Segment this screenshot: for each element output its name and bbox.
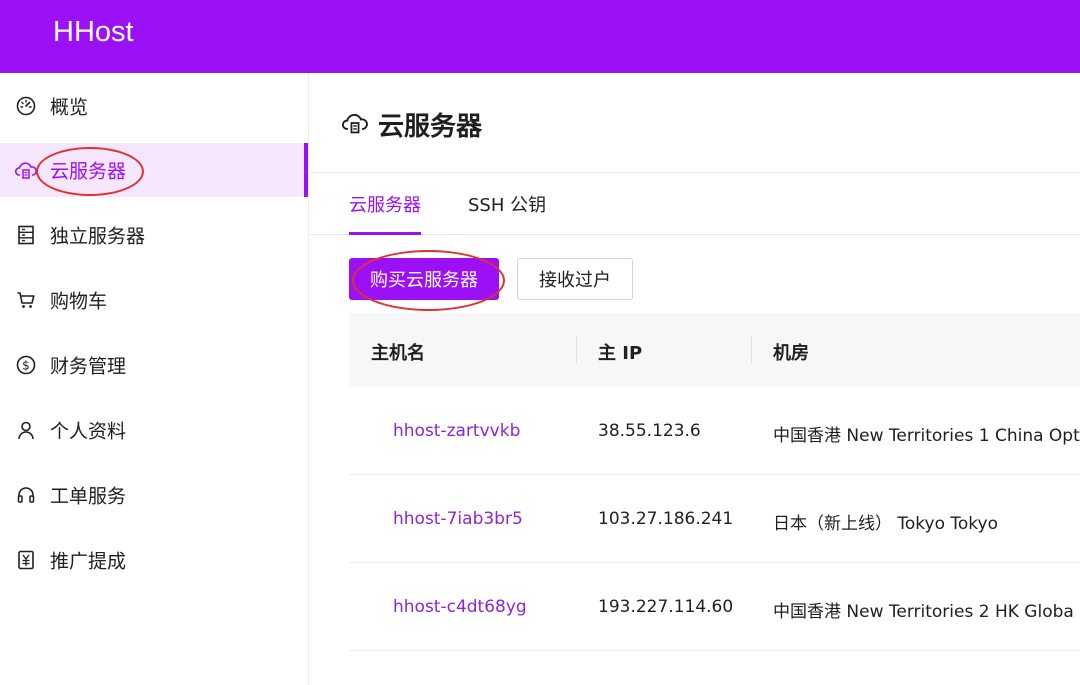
hostname-link[interactable]: hhost-7iab3br5: [393, 509, 523, 529]
table-row[interactable]: hhost-7iab3br5 103.27.186.241 日本（新上线） To…: [349, 475, 1080, 563]
tab-cloud-server[interactable]: 云服务器: [349, 191, 421, 235]
main-content: 云服务器 云服务器 SSH 公钥 购买云服务器 接收过户 主机名 主 IP 机房…: [310, 73, 1080, 685]
app-root: HHost 概览 云服务器 独立服务器 购物车 $ 财务管理 个人资料 工单服务…: [0, 0, 1080, 685]
sidebar-item-label: 购物车: [50, 290, 108, 313]
location-cell: 中国香港 New Territories 2 HK Globa: [773, 602, 1074, 622]
table-header: 主机名 主 IP 机房: [349, 313, 1080, 387]
cart-icon: [15, 289, 37, 311]
server-icon: [15, 224, 37, 246]
server-table: 主机名 主 IP 机房 hhost-zartvvkb 38.55.123.6 中…: [349, 313, 1080, 651]
ip-cell: 103.27.186.241: [598, 509, 734, 529]
sidebar-item-tickets[interactable]: 工单服务: [0, 468, 308, 522]
sidebar-item-label: 个人资料: [50, 420, 127, 443]
dashboard-icon: [15, 95, 37, 117]
cloud-server-icon: [15, 159, 37, 181]
sidebar-item-profile[interactable]: 个人资料: [0, 403, 308, 457]
page-title: 云服务器: [378, 112, 483, 142]
column-header-hostname[interactable]: 主机名: [371, 339, 425, 365]
commission-icon: [15, 549, 37, 571]
column-divider: [751, 336, 752, 364]
hostname-link[interactable]: hhost-zartvvkb: [393, 421, 520, 441]
sidebar-item-label: 独立服务器: [50, 225, 146, 248]
table-row[interactable]: hhost-c4dt68yg 193.227.114.60 中国香港 New T…: [349, 563, 1080, 651]
sidebar-item-finance[interactable]: $ 财务管理: [0, 338, 308, 392]
sidebar-item-label: 财务管理: [50, 355, 127, 378]
tab-bar: 云服务器 SSH 公钥: [310, 173, 1080, 235]
dollar-icon: $: [15, 354, 37, 376]
sidebar-item-label: 推广提成: [50, 550, 127, 573]
column-header-location[interactable]: 机房: [773, 339, 809, 365]
page-header: 云服务器: [310, 73, 1080, 173]
sidebar-item-cart[interactable]: 购物车: [0, 273, 308, 327]
receive-transfer-button[interactable]: 接收过户: [517, 258, 633, 300]
sidebar-item-overview[interactable]: 概览: [0, 79, 308, 133]
sidebar-item-dedicated-server[interactable]: 独立服务器: [0, 208, 308, 262]
column-header-ip[interactable]: 主 IP: [598, 339, 642, 365]
brand-logo[interactable]: HHost: [53, 14, 134, 50]
hostname-link[interactable]: hhost-c4dt68yg: [393, 597, 527, 617]
sidebar-item-label: 概览: [50, 96, 89, 119]
location-cell: 中国香港 New Territories 1 China Opt: [773, 426, 1080, 446]
sidebar-item-label: 工单服务: [50, 485, 127, 508]
sidebar-item-commission[interactable]: 推广提成: [0, 533, 308, 587]
ip-cell: 38.55.123.6: [598, 421, 701, 441]
cloud-server-icon: [341, 111, 368, 137]
sidebar-item-cloud-server[interactable]: 云服务器: [0, 143, 308, 197]
column-divider: [576, 336, 577, 364]
ip-cell: 193.227.114.60: [598, 597, 734, 617]
sidebar-item-label: 云服务器: [50, 160, 127, 183]
user-icon: [15, 419, 37, 441]
headset-icon: [15, 484, 37, 506]
tab-ssh-keys[interactable]: SSH 公钥: [468, 191, 546, 235]
top-bar: HHost: [0, 0, 1080, 73]
table-row[interactable]: hhost-zartvvkb 38.55.123.6 中国香港 New Terr…: [349, 387, 1080, 475]
sidebar: 概览 云服务器 独立服务器 购物车 $ 财务管理 个人资料 工单服务 推广提成: [0, 73, 309, 685]
buy-cloud-server-button[interactable]: 购买云服务器: [349, 258, 499, 300]
location-cell: 日本（新上线） Tokyo Tokyo: [773, 514, 999, 534]
svg-text:$: $: [22, 359, 30, 373]
